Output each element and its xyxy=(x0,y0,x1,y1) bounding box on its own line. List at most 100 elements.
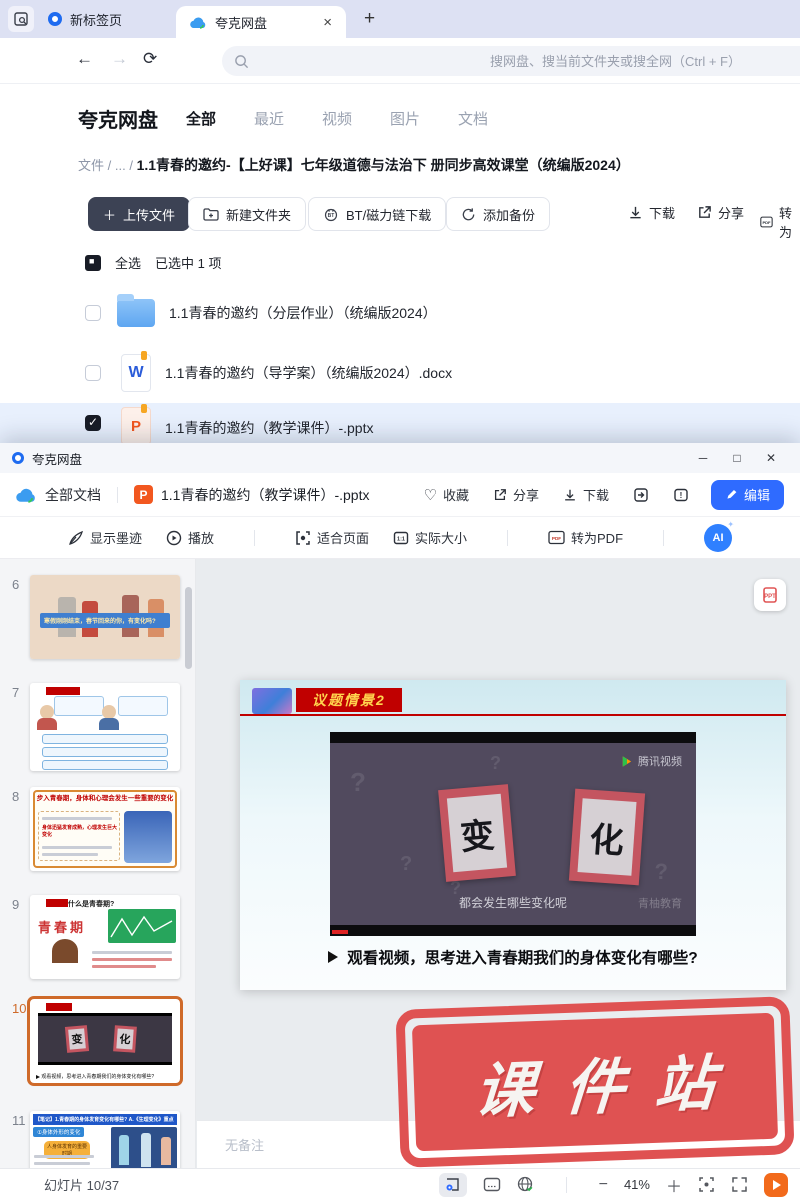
convert-pdf-action[interactable]: PDF 转为 xyxy=(760,203,800,241)
window-titlebar[interactable]: 夸克网盘 ─ □ ✕ xyxy=(0,443,800,473)
svg-text:PPT: PPT xyxy=(764,594,776,600)
thumb-banner: 【笔记】1.青春期的身体发育变化有哪些? A.《生理变化》重点 xyxy=(33,1114,177,1125)
file-name[interactable]: 1.1青春的邀约（导学案）（统编版2024）.docx xyxy=(165,363,452,383)
fit-screen-icon[interactable] xyxy=(698,1176,715,1193)
translate-icon[interactable] xyxy=(517,1176,534,1193)
svg-text:BT: BT xyxy=(328,213,335,219)
file-row-docx[interactable]: W 1.1青春的邀约（导学案）（统编版2024）.docx xyxy=(0,343,800,403)
download-label: 下载 xyxy=(583,485,609,504)
row-checkbox[interactable] xyxy=(85,305,101,321)
thumbnail-panel-toggle[interactable] xyxy=(439,1173,467,1197)
new-folder-button[interactable]: 新建文件夹 xyxy=(188,197,306,231)
breadcrumb-ellipsis[interactable]: ... xyxy=(115,158,126,173)
thumb-caption: 寒假刚刚结束，春节回来的你，有变化吗? xyxy=(40,613,170,628)
svg-text:PDF: PDF xyxy=(552,536,561,541)
breadcrumb-root[interactable]: 文件 xyxy=(78,158,104,173)
browser-tab-new[interactable]: 新标签页 xyxy=(34,0,136,38)
all-docs-tab[interactable]: 全部文档 xyxy=(45,485,101,505)
download-action[interactable]: 下载 xyxy=(628,203,675,222)
nav-tab-image[interactable]: 图片 xyxy=(390,108,420,129)
slide-thumb-7[interactable] xyxy=(30,683,180,771)
workspace-icon[interactable] xyxy=(8,6,34,32)
show-ink-button[interactable]: 显示墨迹 xyxy=(68,528,142,547)
actual-size-button[interactable]: 1:1 实际大小 xyxy=(393,528,467,547)
favorite-label: 收藏 xyxy=(443,485,469,504)
video-progress xyxy=(332,930,348,934)
share-icon xyxy=(493,488,507,502)
fit-page-label: 适合页面 xyxy=(317,528,369,547)
present-play-button[interactable] xyxy=(764,1173,788,1197)
row-checkbox-checked[interactable] xyxy=(85,415,101,431)
doc-name-tab[interactable]: 1.1青春的邀约（教学课件）-.pptx xyxy=(161,485,369,505)
nav-tab-doc[interactable]: 文档 xyxy=(458,108,488,129)
refresh-button[interactable]: ⟳ xyxy=(143,49,157,69)
share-button[interactable]: 分享 xyxy=(493,485,539,504)
svg-text:PDF: PDF xyxy=(762,220,771,225)
ai-assistant-button[interactable]: AI xyxy=(704,524,732,552)
fit-page-button[interactable]: 适合页面 xyxy=(295,528,369,547)
floating-ppt-button[interactable]: PPT xyxy=(754,579,786,611)
slide-thumb-9[interactable]: 什么是青春期? 青春期 xyxy=(30,895,180,979)
close-button[interactable]: ✕ xyxy=(754,451,788,465)
thumb-figures xyxy=(111,1127,177,1168)
search-input[interactable] xyxy=(222,46,800,76)
nav-tab-all[interactable]: 全部 xyxy=(186,108,216,129)
convert-pdf-label: 转为PDF xyxy=(571,528,623,547)
download-button[interactable]: 下载 xyxy=(563,485,609,504)
viewer-content: 6 寒假刚刚结束，春节回来的你，有变化吗? 7 xyxy=(0,559,800,1168)
nav-tab-video[interactable]: 视频 xyxy=(322,108,352,129)
maximize-button[interactable]: □ xyxy=(720,451,754,465)
slide-logo-image xyxy=(252,688,292,714)
zoom-in-button[interactable]: ＋ xyxy=(666,1173,682,1197)
feedback-icon: ! xyxy=(673,487,689,503)
back-button[interactable]: ← xyxy=(76,49,93,69)
notes-placeholder: 无备注 xyxy=(225,1135,264,1154)
svg-text:!: ! xyxy=(680,491,683,500)
minimize-button[interactable]: ─ xyxy=(686,451,720,465)
bt-download-button[interactable]: BT BT/磁力链下载 xyxy=(308,197,446,231)
new-tab-button[interactable]: + xyxy=(364,8,375,30)
zoom-out-button[interactable]: − xyxy=(599,1176,608,1194)
file-name[interactable]: 1.1青春的邀约（教学课件）-.pptx xyxy=(165,418,373,438)
tab-close-icon[interactable]: × xyxy=(323,14,332,31)
thumb-scrollbar[interactable] xyxy=(185,587,192,669)
save-to-drive-button[interactable] xyxy=(633,487,649,503)
slide-thumb-10-selected[interactable]: 变 化 观看视频，思考进入青春期我们的身体变化有哪些? xyxy=(30,999,180,1083)
folder-icon xyxy=(117,299,155,327)
quark-cloud-icon xyxy=(16,487,37,503)
svg-text:1:1: 1:1 xyxy=(397,536,405,542)
ppt-export-icon: PPT xyxy=(761,586,779,604)
slide-thumb-8[interactable]: 步入青春期，身体和心理会发生一些重要的变化 身体迅猛发育成熟，心理发生巨大变化 xyxy=(30,787,180,871)
quill-icon xyxy=(68,530,84,546)
slide-thumb-6[interactable]: 寒假刚刚结束，春节回来的你，有变化吗? xyxy=(30,575,180,659)
file-row-pptx[interactable]: P 1.1青春的邀约（教学课件）-.pptx xyxy=(0,403,800,443)
thumb-number-selected: 10 xyxy=(12,1001,26,1016)
add-backup-button[interactable]: 添加备份 xyxy=(446,197,550,231)
slide-thumb-11[interactable]: 【笔记】1.青春期的身体发育变化有哪些? A.《生理变化》重点 ①身体外形的变化… xyxy=(30,1111,180,1168)
file-name[interactable]: 1.1青春的邀约（分层作业）（统编版2024） xyxy=(169,303,437,323)
search-bar[interactable] xyxy=(222,46,800,76)
doc-tab-bar: 全部文档 P 1.1青春的邀约（教学课件）-.pptx ♡ 收藏 分享 下载 ! xyxy=(0,473,800,517)
divider xyxy=(663,530,664,546)
notes-panel-toggle[interactable] xyxy=(483,1177,501,1192)
forward-button[interactable]: → xyxy=(111,49,128,69)
feedback-button[interactable]: ! xyxy=(673,487,689,503)
convert-pdf-button[interactable]: PDF 转为PDF xyxy=(548,528,623,547)
fullscreen-icon[interactable] xyxy=(731,1176,748,1193)
slide-video-player[interactable]: ? ? ? ? ? ? 腾讯视频 变 化 都会发生哪些变化呢 青柚教育 xyxy=(330,732,696,936)
row-checkbox[interactable] xyxy=(85,365,101,381)
favorite-button[interactable]: ♡ 收藏 xyxy=(423,485,468,504)
thumb-caption: 观看视频，思考进入青春期我们的身体变化有哪些? xyxy=(36,1073,178,1080)
play-slideshow-button[interactable]: 播放 xyxy=(166,528,214,547)
search-icon xyxy=(234,54,249,69)
file-row-folder[interactable]: 1.1青春的邀约（分层作业）（统编版2024） xyxy=(0,283,800,343)
select-all-label[interactable]: 全选 xyxy=(115,253,141,272)
convert-label: 转为 xyxy=(779,203,800,241)
edit-button[interactable]: 编辑 xyxy=(711,480,784,510)
upload-button[interactable]: ＋ 上传文件 xyxy=(88,197,190,231)
nav-tab-recent[interactable]: 最近 xyxy=(254,108,284,129)
selected-count: 已选中 1 项 xyxy=(155,253,221,272)
select-all-checkbox[interactable] xyxy=(85,255,101,271)
share-action[interactable]: 分享 xyxy=(697,203,744,222)
browser-tab-quark[interactable]: 夸克网盘 × xyxy=(176,6,346,38)
